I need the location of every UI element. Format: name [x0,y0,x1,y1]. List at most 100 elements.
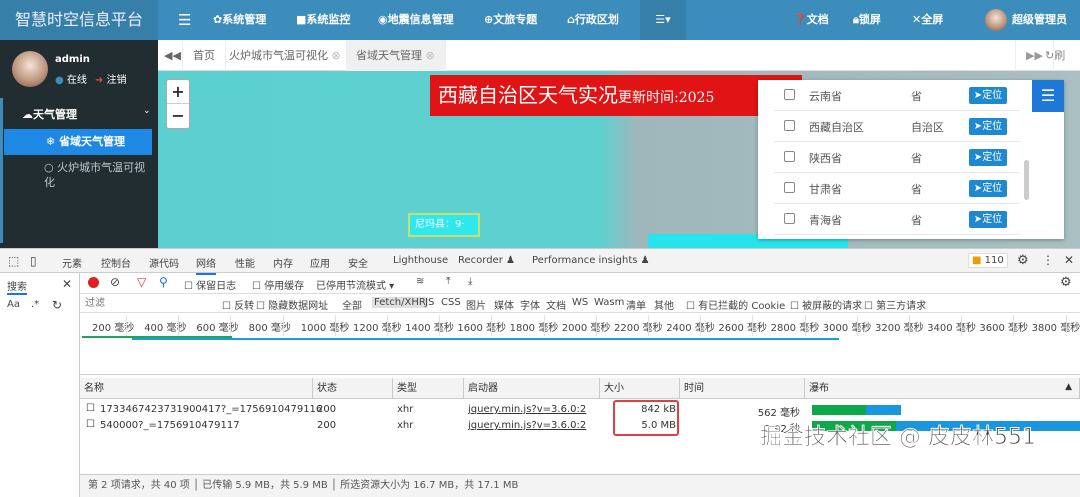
devtools-tab[interactable]: 网络 [196,255,216,275]
checkbox[interactable] [784,89,795,100]
nav-docs[interactable]: ❓文档 [793,0,829,40]
filter-icon[interactable]: ▽ [137,275,146,289]
locate-button[interactable]: ➤定位 [969,180,1007,197]
nav-tourism[interactable]: ⊕文旅专题 [484,0,537,40]
type-filter[interactable]: CSS [441,297,461,308]
user-name[interactable]: 超级管理员 [1012,0,1067,40]
network-settings-icon[interactable]: ⚙ [1060,275,1072,290]
type-filter[interactable]: 图片 [466,297,486,312]
refresh-button[interactable]: ↻刷新 [1035,40,1080,93]
sort-asc-icon[interactable]: ▲ [1065,382,1072,392]
checkbox[interactable] [784,182,795,193]
filter-input[interactable] [82,295,212,311]
close-search-icon[interactable]: ✕ [62,277,72,291]
refresh-search-icon[interactable]: ↻ [52,298,62,312]
type-filter[interactable]: Wasm [594,297,624,308]
county-marker[interactable]: 尼玛县：9· [408,213,480,237]
nav-admin-division[interactable]: ⌂行政区划 [567,0,619,40]
logout-link[interactable]: ➜ 注销 [95,71,127,86]
chevron-down-icon[interactable]: ⌄ [143,106,151,116]
type-filter[interactable]: 字体 [520,297,540,312]
devtools-tab[interactable]: 内存 [273,255,293,270]
inspect-icon[interactable]: ⬚ [8,254,19,268]
nav-earthquake[interactable]: ◉地震信息管理 [378,0,454,40]
row-checkbox[interactable]: ☐ [86,403,95,414]
sidebar-item-hot-cities[interactable]: ○ 火炉城市气温可视化 [44,160,149,190]
type-filter[interactable]: Fetch/XHR [372,297,428,308]
sidebar-item-province-weather[interactable]: ❄ 省域天气管理 [4,129,152,155]
close-devtools-icon[interactable]: ✕ [1064,253,1074,267]
close-icon[interactable]: ⊗ [426,49,435,62]
search-icon[interactable]: ⚲ [159,275,168,289]
column-header[interactable]: 名称 [80,378,313,399]
devtools-tab[interactable]: 安全 [348,255,368,270]
disable-cache-checkbox[interactable]: ☐ 停用缓存 [252,277,304,292]
more-icon[interactable]: ⋮ [1042,253,1054,267]
locate-button[interactable]: ➤定位 [969,149,1007,166]
tab-hot-cities[interactable]: 火炉城市气温可视化 ⊗ [219,40,352,71]
type-filter[interactable]: 其他 [654,297,674,312]
request-name[interactable]: 1733467423731900417?_=1756910479116 [100,404,322,415]
invert-checkbox[interactable]: ☐ 反转 [222,297,254,312]
throttle-select[interactable]: 已停用节流模式 ▾ [316,277,394,292]
blocked-cookies-checkbox[interactable]: ☐ 有已拦截的 Cookie [686,297,785,312]
export-icon[interactable]: ⤓ [468,276,472,287]
wifi-icon[interactable]: ≋ [416,276,424,287]
search-tab[interactable]: 搜索 [7,278,27,295]
request-name[interactable]: 540000?_=1756910479117 [100,420,240,431]
request-initiator[interactable]: jquery.min.js?v=3.6.0:2 [468,420,586,431]
issues-badge[interactable]: ■ 110 [968,253,1008,268]
menu-toggle-icon[interactable]: ☰ [178,0,191,40]
preserve-log-checkbox[interactable]: ☐ 保留日志 [184,277,236,292]
tab-province-weather[interactable]: 省域天气管理 ⊗ [346,40,446,71]
panel-toggle-button[interactable]: ☰ [1032,80,1064,112]
row-checkbox[interactable]: ☐ [86,419,95,430]
table-row[interactable]: ☐ 1733467423731900417?_=1756910479116 200 x… [80,402,1080,419]
blocked-requests-checkbox[interactable]: ☐ 被屏蔽的请求 [790,297,862,312]
close-icon[interactable]: ⊗ [332,49,341,62]
column-header[interactable]: 瀑布 [805,378,1080,399]
third-party-checkbox[interactable]: ☐ 第三方请求 [864,297,926,312]
nav-system-monitor[interactable]: ■系统监控 [296,0,350,40]
regex-toggle[interactable]: .* [31,299,39,310]
devtools-tab[interactable]: 源代码 [149,255,179,270]
type-filter[interactable]: JS [425,297,434,308]
column-header[interactable]: 类型 [393,378,464,399]
column-header[interactable]: 时间 [680,378,805,399]
column-header[interactable]: 状态 [313,378,393,399]
checkbox[interactable] [784,213,795,224]
nav-system-admin[interactable]: ✿系统管理 [213,0,266,40]
type-filter[interactable]: WS [572,297,588,308]
locate-button[interactable]: ➤定位 [969,118,1007,135]
record-button[interactable] [88,277,99,288]
scroll-left-icon[interactable]: ◀◀ [158,40,183,71]
device-icon[interactable]: ▯ [30,254,37,268]
devtools-tab[interactable]: Lighthouse [393,255,448,266]
devtools-tab[interactable]: 应用 [310,255,330,270]
devtools-tab[interactable]: 性能 [235,255,255,270]
clear-icon[interactable]: ⊘ [110,275,120,289]
zoom-in-button[interactable]: + [167,80,189,104]
checkbox[interactable] [784,120,795,131]
settings-icon[interactable]: ⚙ [1017,253,1029,268]
user-avatar[interactable] [985,9,1007,31]
zoom-out-button[interactable]: − [167,104,189,128]
timeline-overview[interactable]: 200 毫秒 400 毫秒 600 毫秒 800 毫秒 1000 毫秒 1200 毫秒 14… [80,315,1080,375]
nav-lock-screen[interactable]: 🔒︎锁屏 [853,0,881,40]
type-filter[interactable]: 媒体 [494,297,514,312]
sidebar-group-weather[interactable]: ☁天气管理 [22,106,77,122]
type-filter[interactable]: 清单 [626,297,646,312]
type-filter[interactable]: 全部 [342,297,362,312]
locate-button[interactable]: ➤定位 [969,87,1007,104]
column-header[interactable]: 大小 [600,378,680,399]
nav-fullscreen[interactable]: ✕全屏 [912,0,943,40]
request-initiator[interactable]: jquery.min.js?v=3.6.0:2 [468,404,586,415]
app-logo[interactable]: 智慧时空信息平台 [0,0,158,40]
type-filter[interactable]: 文档 [546,297,566,312]
column-header[interactable]: 启动器 [464,378,600,399]
import-icon[interactable]: ⤒ [446,276,450,287]
devtools-tab[interactable]: 控制台 [101,255,131,270]
devtools-tab[interactable]: 元素 [62,255,82,270]
devtools-tab[interactable]: Recorder ♟ [458,255,515,266]
match-case-toggle[interactable]: Aa [7,299,20,310]
